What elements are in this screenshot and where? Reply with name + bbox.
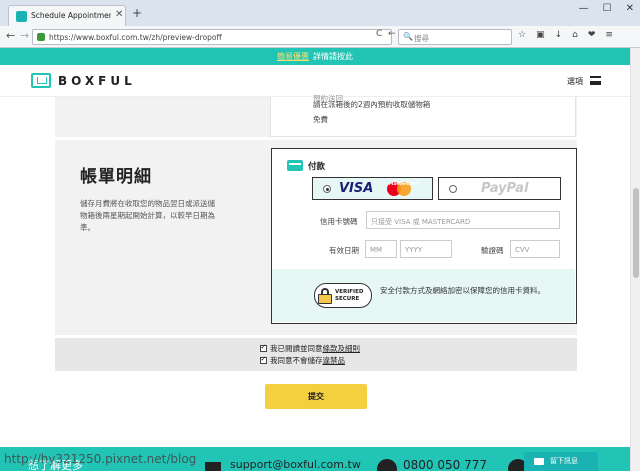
verified-secure-badge: VERIFIED SECURE [314,283,372,308]
close-window-icon[interactable]: ✕ [626,3,634,14]
return-delivery-price: 免費 [313,115,328,124]
prohibited-items-link[interactable]: 違禁品 [323,356,346,365]
reload-icon[interactable]: C [376,29,382,39]
browser-nav-bar: ← → https://www.boxful.com.tw/zh/preview… [0,26,640,48]
terms-link[interactable]: 條款及細則 [323,344,361,353]
expiry-month-input[interactable]: MM [365,240,397,258]
home-icon[interactable]: ⌂ [572,30,578,40]
maximize-icon[interactable]: ☐ [603,3,612,14]
browser-tab-bar: Schedule Appointment |... ✕ + — ☐ ✕ [0,0,640,26]
leave-message-label: 留下訊息 [550,457,578,465]
search-placeholder: 搜尋 [414,34,429,43]
return-delivery-note: 請在派箱後的2週內預約收取儲物箱 [313,100,431,109]
cvv-label: 驗證碼 [481,246,504,255]
search-icon: 🔍 [403,32,413,41]
billing-description: 儲存月費將在收取您的物品翌日或派送儲物箱後兩星期起開始計算，以較早日期為準。 [80,199,215,232]
back-icon[interactable]: ← [6,29,15,42]
terms-prefix: 我已閱讀並同意 [270,344,323,353]
cvv-input[interactable]: CVV [510,240,560,258]
footer-email[interactable]: support@boxful.com.tw [230,458,361,471]
browser-tab[interactable]: Schedule Appointment |... ✕ [8,5,126,26]
billing-title: 帳單明細 [80,167,152,187]
menu-icon[interactable] [590,76,601,85]
url-text: https://www.boxful.com.tw/zh/preview-dro… [49,33,222,42]
verified-secure-text: VERIFIED SECURE [335,289,364,302]
mail-icon [205,462,221,471]
scroll-thumb[interactable] [633,188,639,278]
secure-payment-band: VERIFIED SECURE 安全付款方式及網絡加密以保障您的信用卡資料。 [272,269,575,322]
promo-text[interactable]: 詳情請按此 [313,52,353,61]
payment-label: 付款 [308,162,326,172]
mastercard-logo-icon: MasterCard [387,182,418,196]
footer-phone[interactable]: 0800 050 777 [403,458,487,471]
blog-watermark: http://hy321250.pixnet.net/blog [4,452,197,466]
phone-icon [377,459,397,471]
toolbar-icons: ☆ ▣ ↓ ⌂ ❤ ≡ [518,30,613,40]
visa-radio[interactable] [323,185,331,193]
promo-bar: 簡易優惠 詳情請按此 [0,48,630,65]
promo-link[interactable]: 簡易優惠 [277,52,309,61]
reader-icon[interactable]: ▣ [536,30,545,40]
leave-message-button[interactable]: 留下訊息 [524,452,598,471]
paypal-logo: PayPal [481,181,529,196]
tab-title: Schedule Appointment |... [31,11,111,20]
boxful-favicon-icon [16,11,27,22]
page-scrollbar[interactable] [630,48,640,471]
history-back-icon[interactable]: ← [388,29,396,39]
payment-card: 付款 VISA MasterCard PayPal 信用卡號碼 只接受 VISA… [271,148,577,324]
hamburger-menu-icon[interactable]: ≡ [605,30,613,40]
terms-checkbox[interactable] [260,343,267,352]
search-input[interactable]: 🔍 搜尋 [398,29,512,45]
download-icon[interactable]: ↓ [555,30,563,40]
paypal-option[interactable]: PayPal [438,177,561,200]
pocket-icon[interactable]: ❤ [588,30,596,40]
bookmark-star-icon[interactable]: ☆ [518,30,526,40]
new-tab-icon[interactable]: + [132,6,142,20]
visa-logo: VISA [339,181,374,196]
close-tab-icon[interactable]: ✕ [115,9,123,20]
prohibited-checkbox-row[interactable]: 我同意不會儲存違禁品 [260,355,345,366]
return-delivery-card: 預約送回 請在派箱後的2週內預約收取儲物箱 免費 [270,94,576,137]
forward-icon[interactable]: → [20,29,29,42]
visa-mastercard-option[interactable]: VISA MasterCard [312,177,433,200]
terms-section: 我已閱讀並同意條款及細則 我同意不會儲存違禁品 [55,338,577,371]
message-icon [534,458,544,465]
prohibited-prefix: 我同意不會儲存 [270,356,323,365]
boxful-logo-icon[interactable] [31,73,51,88]
terms-checkbox-row[interactable]: 我已閱讀並同意條款及細則 [260,343,360,354]
card-number-label: 信用卡號碼 [320,217,358,226]
paypal-radio[interactable] [449,185,457,193]
mastercard-logo-text: MasterCard [389,182,418,196]
minimize-icon[interactable]: — [579,3,589,14]
credit-card-icon [287,160,303,171]
submit-button[interactable]: 提交 [265,384,367,409]
secure-payment-text: 安全付款方式及網絡加密以保障您的信用卡資料。 [380,286,545,295]
padlock-icon [318,288,332,304]
expiry-label: 有效日期 [329,246,359,255]
card-number-input[interactable]: 只接受 VISA 或 MASTERCARD [366,211,560,229]
logo-text[interactable]: BOXFUL [58,74,136,88]
lock-icon [37,33,45,41]
expiry-year-input[interactable]: YYYY [400,240,452,258]
address-bar[interactable]: https://www.boxful.com.tw/zh/preview-dro… [32,29,392,45]
window-controls: — ☐ ✕ [579,3,634,14]
prohibited-checkbox[interactable] [260,355,267,364]
menu-label[interactable]: 選項 [567,76,583,87]
